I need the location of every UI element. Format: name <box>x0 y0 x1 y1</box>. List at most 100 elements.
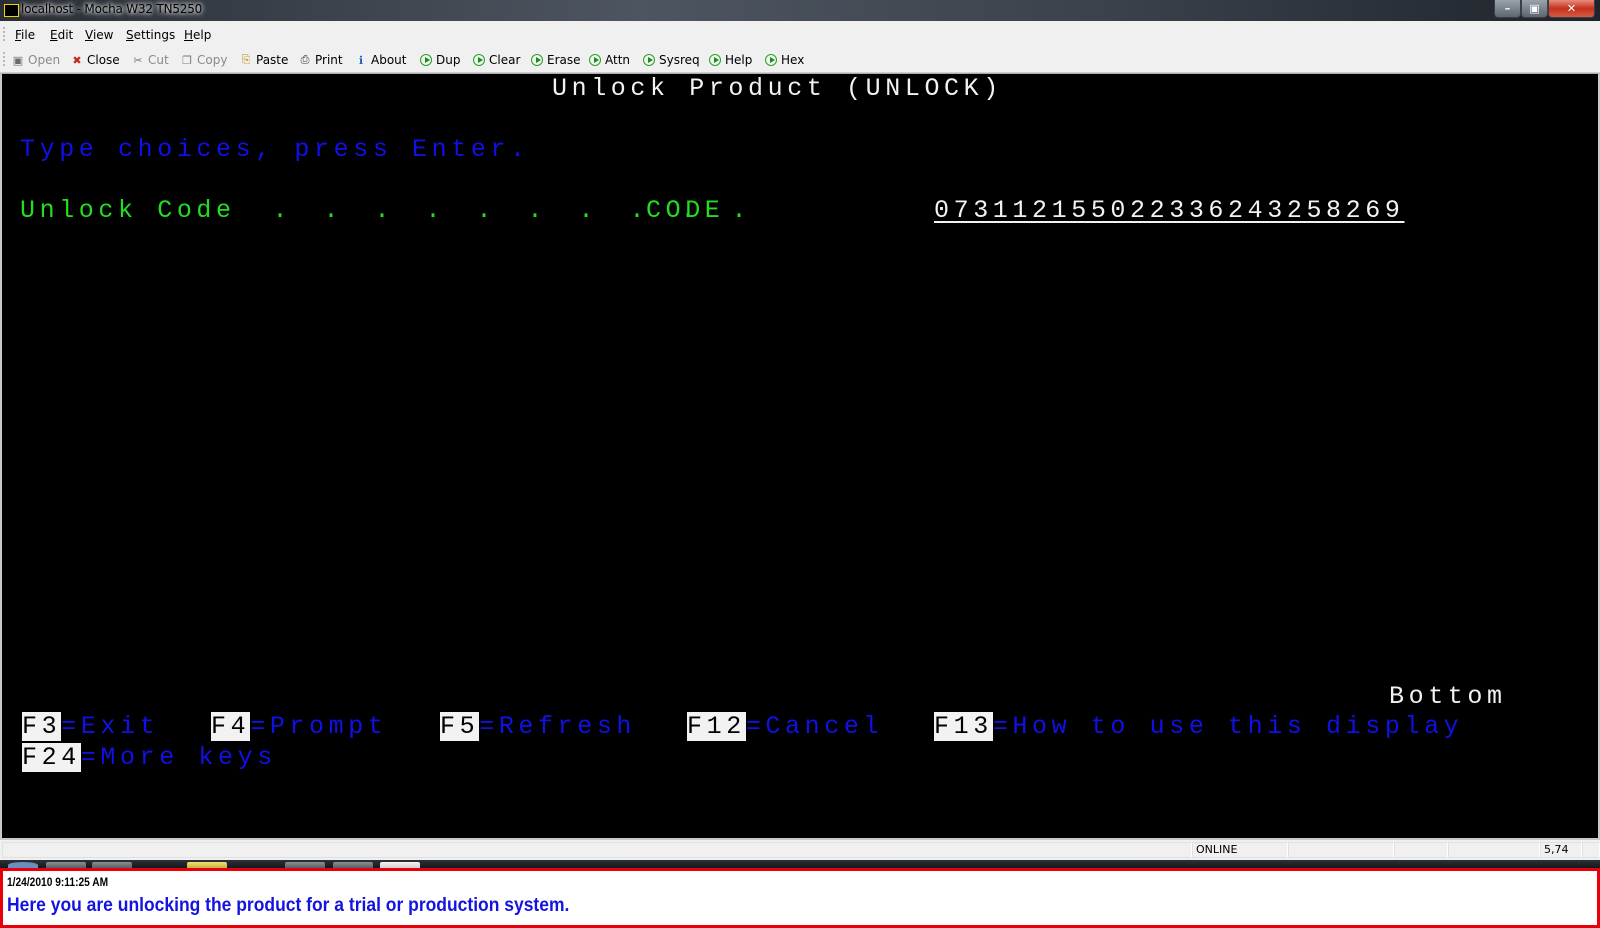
hex-button[interactable]: Hex <box>765 53 804 67</box>
fkey-f12[interactable]: F12=Cancel <box>687 712 883 741</box>
copy-icon: ❐ <box>182 53 192 67</box>
cut-button[interactable]: ✂ Cut <box>131 53 169 67</box>
status-cell-empty-3 <box>1448 842 1540 858</box>
open-label: Open <box>28 53 61 67</box>
close-label: Close <box>87 53 120 67</box>
menu-help-label: elp <box>193 28 212 42</box>
fkey-f4[interactable]: F4=Prompt <box>211 712 387 741</box>
print-button[interactable]: ⎙ Print <box>298 53 343 67</box>
minimize-button[interactable]: – <box>1494 0 1521 18</box>
cursor-position: 5,74 <box>1540 842 1582 858</box>
print-label: Print <box>315 53 343 67</box>
maximize-button[interactable]: ▣ <box>1521 0 1548 18</box>
fkey-f4-desc: =Prompt <box>250 712 388 741</box>
window-title: localhost - Mocha W32 TN5250 <box>21 2 203 16</box>
fkey-f13-key: F13 <box>934 712 993 741</box>
menu-file[interactable]: File <box>15 28 35 42</box>
play-icon <box>765 54 777 66</box>
terminal-app-icon <box>4 4 19 17</box>
fkey-f4-key: F4 <box>211 712 251 741</box>
menu-view[interactable]: View <box>85 28 113 42</box>
info-icon: ℹ <box>358 53 364 67</box>
screen-title: Unlock Product (UNLOCK) <box>552 74 1003 103</box>
instruction-text: Type choices, press Enter. <box>20 135 530 164</box>
fkey-f24[interactable]: F24=More keys <box>22 743 277 772</box>
menubar-grip[interactable] <box>3 27 8 41</box>
fkey-f3-desc: =Exit <box>61 712 160 741</box>
play-icon <box>589 54 601 66</box>
printer-icon: ⎙ <box>300 53 310 66</box>
play-icon <box>420 54 432 66</box>
fkey-f5-desc: =Refresh <box>479 712 637 741</box>
play-icon <box>643 54 655 66</box>
menu-bar: File Edit View Settings Help <box>0 21 1600 46</box>
hex-label: Hex <box>781 53 805 67</box>
help-label: Help <box>725 53 753 67</box>
close-button[interactable]: ✖ Close <box>70 53 120 67</box>
attn-button[interactable]: Attn <box>589 53 630 67</box>
fkey-f12-key: F12 <box>687 712 746 741</box>
menu-edit-label: dit <box>57 28 74 42</box>
caption-timestamp: 1/24/2010 9:11:25 AM <box>7 875 109 889</box>
menu-file-label: ile <box>21 28 36 42</box>
os-taskbar <box>0 860 1600 868</box>
erase-button[interactable]: Erase <box>531 53 581 67</box>
sysreq-button[interactable]: Sysreq <box>643 53 700 67</box>
clear-button[interactable]: Clear <box>473 53 520 67</box>
menu-settings[interactable]: Settings <box>126 28 175 42</box>
fkey-f24-desc: =More keys <box>80 743 277 772</box>
menu-help-accel: H <box>184 28 194 42</box>
close-connection-icon: ✖ <box>72 53 82 67</box>
menu-edit-accel: E <box>50 28 58 42</box>
about-label: About <box>371 53 407 67</box>
dup-label: Dup <box>436 53 461 67</box>
more-indicator: Bottom <box>1389 682 1507 711</box>
fkey-f5[interactable]: F5=Refresh <box>440 712 636 741</box>
status-bar: ONLINE 5,74 <box>0 840 1600 860</box>
menu-help[interactable]: Help <box>184 28 211 42</box>
window-title-bar[interactable]: localhost - Mocha W32 TN5250 – ▣ ✕ <box>0 0 1600 21</box>
status-cell-empty-2 <box>1394 842 1448 858</box>
fkey-f13-desc: =How to use this display <box>992 712 1464 741</box>
menu-settings-accel: S <box>126 28 134 42</box>
sysreq-label: Sysreq <box>659 53 700 67</box>
connection-status: ONLINE <box>1192 842 1288 858</box>
toolbar: ▣ Open ✖ Close ✂ Cut ❐ Copy ⎘ Paste ⎙ Pr… <box>0 46 1600 73</box>
computer-icon: ▣ <box>12 53 24 67</box>
caption-message: Here you are unlocking the product for a… <box>7 895 570 916</box>
clear-label: Clear <box>489 53 521 67</box>
fkey-f13[interactable]: F13=How to use this display <box>934 712 1463 741</box>
clipboard-icon: ⎘ <box>241 53 251 66</box>
close-icon: ✕ <box>1566 2 1577 15</box>
help-button[interactable]: Help <box>709 53 752 67</box>
close-window-button[interactable]: ✕ <box>1548 0 1595 18</box>
play-icon <box>473 54 485 66</box>
menu-settings-label: ettings <box>133 28 176 42</box>
copy-label: Copy <box>197 53 228 67</box>
play-icon <box>531 54 543 66</box>
code-keyword: CODE <box>646 196 725 225</box>
copy-button[interactable]: ❐ Copy <box>180 53 227 67</box>
fkey-f24-key: F24 <box>22 743 81 772</box>
unlock-code-label: Unlock Code <box>20 196 236 225</box>
fkey-f5-key: F5 <box>440 712 480 741</box>
menu-view-label: iew <box>92 28 114 42</box>
cut-label: Cut <box>148 53 169 67</box>
status-cell-empty-4 <box>1582 842 1600 858</box>
toolbar-grip[interactable] <box>3 52 8 66</box>
terminal-screen[interactable]: Unlock Product (UNLOCK) Type choices, pr… <box>0 73 1600 840</box>
play-icon <box>709 54 721 66</box>
minimize-icon: – <box>1504 2 1511 15</box>
tutorial-caption: 1/24/2010 9:11:25 AM Here you are unlock… <box>0 868 1600 928</box>
open-button[interactable]: ▣ Open <box>11 53 60 67</box>
unlock-code-input[interactable]: 073112155022336243258269 <box>934 196 1406 225</box>
fkey-f12-desc: =Cancel <box>745 712 884 741</box>
dup-button[interactable]: Dup <box>420 53 460 67</box>
status-cell-message <box>2 842 1192 858</box>
menu-edit[interactable]: Edit <box>50 28 73 42</box>
fkey-f3[interactable]: F3=Exit <box>22 712 159 741</box>
paste-button[interactable]: ⎘ Paste <box>239 53 289 67</box>
fkey-f3-key: F3 <box>22 712 62 741</box>
about-button[interactable]: ℹ About <box>354 53 407 67</box>
status-cell-empty-1 <box>1288 842 1394 858</box>
